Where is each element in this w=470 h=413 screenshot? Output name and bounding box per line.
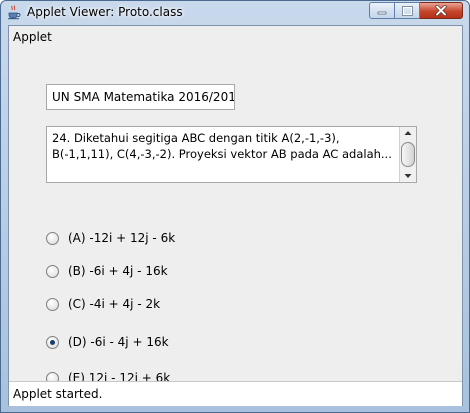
exam-title-field[interactable]: UN SMA Matematika 2016/2017 [46, 84, 235, 110]
applet-client-area: Applet UN SMA Matematika 2016/2017 24. D… [8, 25, 463, 406]
window-controls [369, 2, 463, 20]
maximize-button[interactable] [395, 2, 420, 19]
menu-applet[interactable]: Applet [13, 30, 52, 44]
menu-bar: Applet [9, 26, 462, 46]
option-c[interactable]: (C) -4i + 4j - 2k [46, 295, 160, 313]
java-coffee-icon [8, 5, 21, 20]
option-d-label: (D) -6i - 4j + 16k [68, 335, 169, 349]
radio-option-b[interactable] [46, 264, 59, 278]
minimize-button[interactable] [369, 2, 395, 19]
question-text-area[interactable]: 24. Diketahui segitiga ABC dengan titik … [46, 126, 417, 183]
close-button[interactable] [420, 2, 463, 19]
applet-viewer-window: Applet Viewer: Proto.class Applet UN SMA… [0, 0, 470, 413]
scroll-up-arrow-icon[interactable] [400, 127, 416, 139]
close-icon [435, 5, 447, 16]
status-bar: Applet started. [9, 381, 462, 406]
radio-option-d[interactable] [46, 335, 59, 349]
minimize-icon [377, 11, 387, 14]
option-a[interactable]: (A) -12i + 12j - 6k [46, 229, 175, 247]
option-a-label: (A) -12i + 12j - 6k [68, 231, 176, 245]
radio-option-c[interactable] [46, 297, 59, 311]
radio-option-a[interactable] [46, 231, 59, 245]
status-text: Applet started. [13, 387, 103, 401]
window-title: Applet Viewer: Proto.class [27, 5, 183, 19]
question-text: 24. Diketahui segitiga ABC dengan titik … [52, 131, 392, 161]
title-bar[interactable]: Applet Viewer: Proto.class [1, 1, 469, 25]
scrollbar-thumb[interactable] [401, 142, 415, 167]
option-c-label: (C) -4i + 4j - 2k [68, 297, 161, 311]
option-d[interactable]: (D) -6i - 4j + 16k [46, 333, 169, 351]
option-b[interactable]: (B) -6i + 4j - 16k [46, 262, 168, 280]
applet-panel: UN SMA Matematika 2016/2017 24. Diketahu… [9, 46, 462, 385]
maximize-icon [401, 5, 413, 16]
scroll-down-arrow-icon[interactable] [400, 170, 416, 182]
option-b-label: (B) -6i + 4j - 16k [68, 264, 168, 278]
question-scrollbar[interactable] [399, 127, 416, 182]
